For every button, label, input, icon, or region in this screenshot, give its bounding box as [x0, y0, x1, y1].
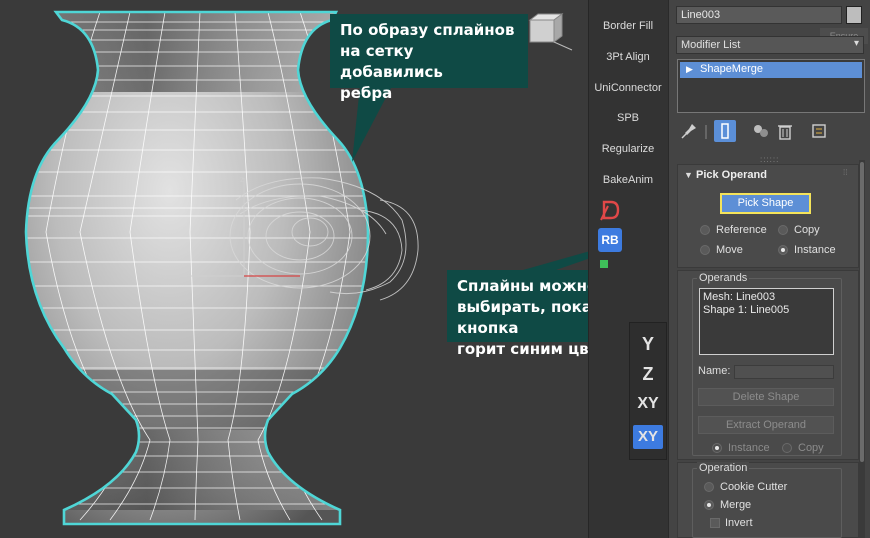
- border-fill-button[interactable]: Border Fill: [588, 20, 668, 32]
- callout-line: горит синим цветом: [457, 340, 588, 358]
- svg-text:z: z: [240, 175, 244, 184]
- move-label: Move: [716, 244, 743, 256]
- extract-instance-radio[interactable]: Instance: [712, 442, 770, 454]
- invert-label: Invert: [725, 517, 753, 529]
- modifier-stack[interactable]: ▶ ShapeMerge: [677, 59, 865, 113]
- show-end-result-icon[interactable]: [714, 120, 736, 142]
- pin-stack-icon[interactable]: [678, 120, 700, 142]
- svg-text:x: x: [160, 273, 164, 282]
- operands-list[interactable]: Mesh: Line003 Shape 1: Line005: [699, 288, 834, 355]
- operand-name-input[interactable]: [734, 365, 834, 379]
- list-item[interactable]: Mesh: Line003: [703, 291, 830, 304]
- bakeanim-button[interactable]: BakeAnim: [588, 174, 668, 186]
- d-tool-icon[interactable]: [598, 198, 622, 222]
- operands-title: Operands: [697, 272, 750, 284]
- instance-label: Instance: [794, 244, 836, 256]
- object-color-swatch[interactable]: [846, 6, 862, 24]
- axis-xy-button[interactable]: XY: [629, 395, 667, 413]
- grid-tool-icon[interactable]: [598, 258, 622, 282]
- callout-line: ребра: [340, 84, 393, 102]
- stack-item-label: ShapeMerge: [700, 63, 763, 75]
- instance-radio[interactable]: Instance: [778, 244, 836, 256]
- invert-checkbox[interactable]: Invert: [710, 517, 753, 529]
- remove-modifier-icon[interactable]: [774, 120, 796, 142]
- spb-button[interactable]: SPB: [588, 112, 668, 124]
- pick-shape-button[interactable]: Pick Shape: [720, 193, 811, 214]
- merge-label: Merge: [720, 499, 752, 511]
- collapse-triangle-icon[interactable]: ▼: [684, 170, 693, 180]
- regularize-button[interactable]: Regularize: [588, 143, 668, 155]
- list-item[interactable]: Shape 1: Line005: [703, 304, 830, 317]
- rollout-divider: ::::::: [760, 155, 780, 164]
- callout-line: Сплайны можно: [457, 277, 588, 295]
- callout-select-splines: Сплайны можно выбирать, пока кнопка гори…: [447, 270, 588, 358]
- stack-item-shapemerge[interactable]: ▶ ShapeMerge: [680, 62, 862, 78]
- reference-label: Reference: [716, 224, 767, 236]
- operation-title: Operation: [697, 462, 750, 474]
- extract-operand-button[interactable]: Extract Operand: [698, 416, 834, 434]
- extract-copy-radio[interactable]: Copy: [782, 442, 824, 454]
- copy-radio[interactable]: Copy: [778, 224, 820, 236]
- expand-triangle-icon[interactable]: ▶: [686, 64, 693, 75]
- radio-dot-selected: [778, 245, 788, 255]
- name-label: Name:: [698, 365, 731, 377]
- pick-operand-title: Pick Operand: [696, 169, 767, 181]
- reference-radio[interactable]: Reference: [700, 224, 767, 236]
- modifier-list-label: Modifier List: [681, 39, 741, 51]
- modifier-list-dropdown[interactable]: Modifier List ▾: [676, 36, 864, 54]
- delete-shape-button[interactable]: Delete Shape: [698, 388, 834, 406]
- axis-y-button[interactable]: Y: [629, 334, 667, 355]
- 3pt-align-button[interactable]: 3Pt Align: [588, 51, 668, 63]
- checkbox-box: [710, 518, 720, 528]
- viewport[interactable]: z x По образу сплайнов на сетку добавили…: [0, 0, 588, 538]
- rb-icon[interactable]: RB: [598, 228, 622, 252]
- callout-line: на сетку добавились: [340, 42, 443, 81]
- scrollbar-thumb[interactable]: [860, 162, 864, 462]
- callout-edges-added: По образу сплайнов на сетку добавились р…: [330, 14, 528, 102]
- move-radio[interactable]: Move: [700, 244, 743, 256]
- radio-dot: [778, 225, 788, 235]
- cookie-cutter-label: Cookie Cutter: [720, 481, 788, 493]
- extract-copy-label: Copy: [798, 442, 824, 454]
- rollout-grip-icon: ⁞⁞: [843, 168, 848, 177]
- axis-xy-cycle-button[interactable]: XY: [633, 425, 663, 449]
- merge-radio[interactable]: Merge: [704, 499, 751, 511]
- callout-line: По образу сплайнов: [340, 21, 515, 39]
- radio-dot-selected: [712, 443, 722, 453]
- callout-line: выбирать, пока кнопка: [457, 298, 588, 337]
- axis-z-button[interactable]: Z: [629, 364, 667, 385]
- uniconnector-button[interactable]: UniConnector: [588, 82, 668, 94]
- extract-instance-label: Instance: [728, 442, 770, 454]
- radio-dot: [700, 225, 710, 235]
- radio-dot: [704, 482, 714, 492]
- radio-dot: [700, 245, 710, 255]
- radio-dot: [782, 443, 792, 453]
- make-unique-icon[interactable]: [750, 120, 772, 142]
- configure-sets-icon[interactable]: [808, 120, 830, 142]
- toolbar-divider: [705, 125, 707, 139]
- chevron-down-icon: ▾: [853, 38, 859, 49]
- object-name-field[interactable]: Line003: [676, 6, 842, 24]
- radio-dot-selected: [704, 500, 714, 510]
- copy-label: Copy: [794, 224, 820, 236]
- cookie-cutter-radio[interactable]: Cookie Cutter: [704, 481, 787, 493]
